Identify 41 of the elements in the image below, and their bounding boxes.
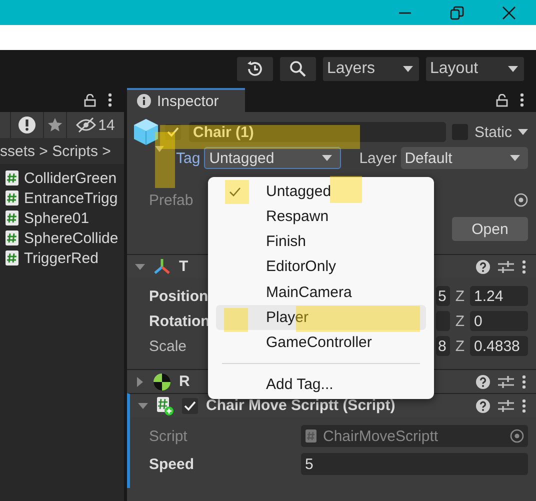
number-field[interactable]: 5 — [301, 453, 528, 475]
static-label: Static — [474, 124, 512, 140]
tag-dropdown[interactable]: Untagged — [204, 147, 342, 169]
menu-item[interactable]: Untagged — [216, 179, 426, 204]
property-label: Position — [149, 288, 208, 304]
axis-label: Z — [454, 312, 466, 330]
inspector-tab[interactable]: Inspector — [127, 88, 245, 112]
menu-item[interactable]: Finish — [216, 229, 426, 254]
toolbar-dropdown[interactable]: Layout — [426, 57, 524, 81]
file-name[interactable]: SphereCollide — [24, 230, 118, 246]
layer-label: Layer — [359, 150, 397, 166]
component-title: Chair Move Scriptt (Script) — [206, 397, 396, 414]
tag-label: Tag — [176, 150, 200, 166]
menu-item[interactable]: Player — [216, 304, 426, 330]
property-label: Scale — [149, 338, 187, 354]
number-field[interactable]: 1.24 — [470, 286, 528, 306]
file-name[interactable]: ColliderGreen — [24, 170, 117, 186]
file-name[interactable]: Sphere01 — [24, 210, 90, 226]
property-label: Rotation — [149, 312, 210, 330]
menu-item[interactable]: MainCamera — [216, 280, 426, 305]
breadcrumb: ssets > Scripts > — [0, 142, 111, 160]
prefab-label: Prefab — [149, 192, 194, 208]
property-label: Script — [149, 428, 188, 444]
script-field[interactable]: ChairMoveScriptt — [301, 425, 528, 447]
property-label: Speed — [149, 456, 196, 472]
menu-item[interactable]: GameController — [216, 330, 426, 355]
file-name[interactable]: EntranceTrigg — [24, 190, 118, 206]
layer-dropdown[interactable]: Default — [400, 147, 528, 169]
axis-label: Z — [454, 338, 466, 354]
number-field[interactable]: 8 — [436, 336, 450, 356]
number-field[interactable]: 0 — [470, 311, 528, 331]
number-field[interactable]: 5 — [436, 286, 450, 306]
menu-item[interactable]: Respawn — [216, 204, 426, 230]
component-title: T — [179, 258, 188, 275]
toolbar-dropdown[interactable]: Layers — [323, 57, 419, 81]
menu-item[interactable]: EditorOnly — [216, 254, 426, 280]
file-name[interactable]: TriggerRed — [24, 250, 98, 266]
number-field[interactable]: 0.4838 — [470, 336, 528, 356]
axis-label: Z — [454, 288, 466, 304]
open-button[interactable]: Open — [452, 217, 528, 241]
component-title: R — [179, 373, 190, 390]
